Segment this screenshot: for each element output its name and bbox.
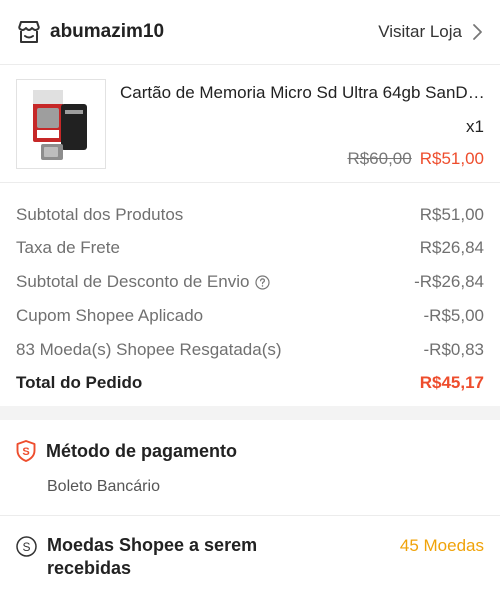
product-item[interactable]: Cartão de Memoria Micro Sd Ultra 64gb Sa… xyxy=(0,64,500,182)
summary-label: Cupom Shopee Aplicado xyxy=(16,306,204,325)
question-circle-icon[interactable] xyxy=(255,274,271,290)
summary-value: R$26,84 xyxy=(419,238,484,257)
product-prices: R$60,00 R$51,00 xyxy=(347,149,484,169)
payment-title: Método de pagamento xyxy=(46,440,238,461)
shield-payment-icon: S xyxy=(16,440,36,462)
shop-name: abumazim10 xyxy=(50,21,165,42)
summary-value: -R$0,83 xyxy=(423,340,484,359)
coins-value: 45 Moedas xyxy=(399,536,484,555)
shopee-coin-icon: S xyxy=(16,536,37,557)
product-title: Cartão de Memoria Micro Sd Ultra 64gb Sa… xyxy=(120,83,486,102)
summary-row-shipping: Taxa de Frete R$26,84 xyxy=(16,236,484,260)
visit-store-link[interactable]: Visitar Loja xyxy=(378,22,484,42)
section-divider xyxy=(0,406,500,420)
svg-text:S: S xyxy=(22,540,30,554)
payment-header: S Método de pagamento xyxy=(16,440,237,462)
coins-title: Moedas Shopee a serem recebidas xyxy=(47,535,258,578)
coins-section: S Moedas Shopee a serem recebidas 45 Moe… xyxy=(0,516,500,591)
order-summary: Subtotal dos Produtos R$51,00 Taxa de Fr… xyxy=(0,182,500,406)
summary-label: Subtotal dos Produtos xyxy=(16,205,184,224)
summary-value: R$51,00 xyxy=(419,205,484,224)
summary-value: -R$26,84 xyxy=(414,272,484,291)
summary-row-coins-redeemed: 83 Moeda(s) Shopee Resgatada(s) -R$0,83 xyxy=(16,338,484,362)
payment-method-section[interactable]: S Método de pagamento Boleto Bancário xyxy=(0,420,500,516)
visit-store-label: Visitar Loja xyxy=(378,22,462,41)
summary-row-subtotal: Subtotal dos Produtos R$51,00 xyxy=(16,203,484,227)
summary-row-total: Total do Pedido R$45,17 xyxy=(16,371,484,395)
summary-label: Taxa de Frete xyxy=(16,238,120,257)
summary-row-coupon: Cupom Shopee Aplicado -R$5,00 xyxy=(16,304,484,328)
total-value: R$45,17 xyxy=(419,373,484,392)
store-icon xyxy=(16,19,42,45)
sd-card-product-image xyxy=(16,79,106,169)
total-label: Total do Pedido xyxy=(16,373,143,392)
product-quantity: x1 xyxy=(466,117,484,136)
shop-header: abumazim10 Visitar Loja xyxy=(0,0,500,64)
summary-label: 83 Moeda(s) Shopee Resgatada(s) xyxy=(16,340,282,359)
summary-label: Subtotal de Desconto de Envio xyxy=(16,272,250,291)
current-price: R$51,00 xyxy=(419,149,484,168)
summary-label-group: Subtotal de Desconto de Envio xyxy=(16,272,271,292)
summary-row-shipping-discount: Subtotal de Desconto de Envio -R$26,84 xyxy=(16,270,484,294)
chevron-right-icon xyxy=(470,23,484,41)
summary-value: -R$5,00 xyxy=(423,306,484,325)
payment-method-value: Boleto Bancário xyxy=(47,478,160,495)
svg-text:S: S xyxy=(22,446,29,458)
original-price: R$60,00 xyxy=(347,149,412,168)
